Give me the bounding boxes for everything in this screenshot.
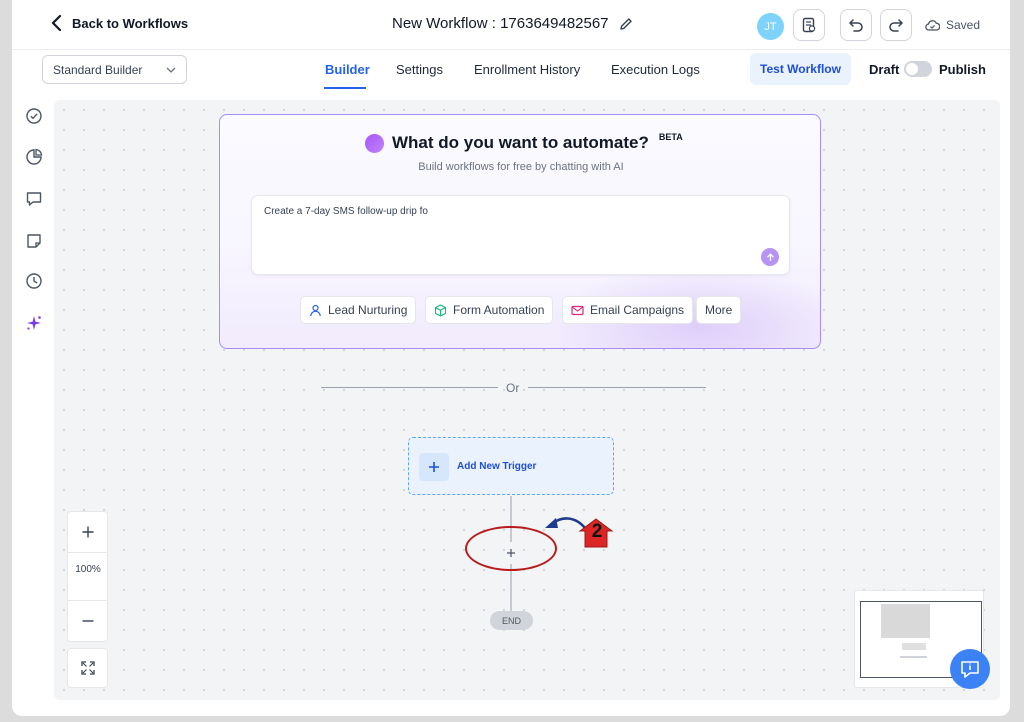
divider-or-text: Or [506,381,520,395]
minimap-ai-card [881,604,930,638]
ai-card-subtitle: Build workflows for free by chatting wit… [418,161,624,173]
connector-line-bottom [510,564,512,611]
builder-type-value: Standard Builder [53,62,143,77]
undo-icon [849,19,863,32]
chip-more[interactable]: More [696,296,742,324]
chip-lead-nurturing[interactable]: Lead Nurturing [300,296,417,324]
minimap-divider [900,656,927,658]
message-icon[interactable] [25,190,43,208]
expand-icon [80,661,95,675]
beta-badge: BETA [658,132,683,142]
send-prompt-button[interactable] [761,248,779,266]
workflow-notes-button[interactable] [793,9,825,41]
divider-line-left [321,387,498,388]
zoom-in-button[interactable] [68,512,108,552]
chat-info-icon [961,661,979,678]
ai-prompt-input[interactable]: Create a 7-day SMS follow-up drip fo [251,195,790,275]
chip-form-automation[interactable]: Form Automation [425,296,554,324]
back-label: Back to Workflows [72,15,189,31]
active-tab-indicator [324,87,366,89]
sparkle-icon[interactable] [25,314,43,332]
avatar-initials: JT [764,20,777,33]
plus-icon [82,526,94,538]
document-icon [802,17,816,33]
back-to-workflows-button[interactable]: Back to Workflows [50,15,188,31]
tab-builder[interactable]: Builder [325,62,370,77]
add-trigger-label: Add New Trigger [457,461,537,472]
minus-icon [82,620,94,622]
publish-toggle[interactable] [904,61,932,77]
user-icon [310,304,321,316]
tab-settings[interactable]: Settings [396,62,443,77]
arrow-up-icon [766,252,774,261]
plus-icon [429,462,439,472]
saved-status: Saved [925,18,980,32]
saved-label: Saved [946,18,981,32]
top-bar: Back to Workflows New Workflow : 1763649… [12,0,1010,50]
ai-logo-icon [365,133,384,153]
ai-builder-card: What do you want to automate? BETA Build… [219,114,821,349]
ai-card-title: What do you want to automate? [392,133,649,152]
redo-icon [889,19,903,32]
undo-button[interactable] [840,9,872,41]
cube-icon [434,303,447,317]
pie-chart-icon[interactable] [25,148,43,166]
workflow-title-text: New Workflow : 1763649482567 [392,15,609,32]
publish-label: Publish [939,62,986,77]
chip-label: Email Campaigns [590,303,685,317]
zoom-divider [68,552,108,553]
draft-label: Draft [869,62,900,77]
annotation-step-number: 2 [591,521,603,542]
builder-type-select[interactable]: Standard Builder [42,55,187,84]
test-workflow-button[interactable]: Test Workflow [750,53,851,85]
note-icon[interactable] [25,232,43,250]
avatar[interactable]: JT [757,13,784,40]
pencil-icon[interactable] [619,17,633,31]
tab-enrollment-history[interactable]: Enrollment History [474,62,580,77]
app-window: Back to Workflows New Workflow : 1763649… [12,0,1010,716]
help-chat-button[interactable] [950,649,990,689]
workflow-title: New Workflow : 1763649482567 [392,15,633,32]
cloud-check-icon [925,20,940,31]
zoom-level: 100% [75,564,101,575]
chip-label: Lead Nurturing [328,303,408,317]
end-node: END [490,611,533,630]
add-trigger-plus [419,453,449,481]
chip-label: More [705,303,733,317]
minimap-trigger [902,643,926,650]
ai-prompt-value: Create a 7-day SMS follow-up drip fo [264,206,428,217]
divider-line-right [528,387,706,388]
fit-to-screen-button[interactable] [67,648,108,688]
mail-icon [571,305,584,315]
builder-toolbar: Standard Builder Builder Settings Enroll… [12,50,1010,90]
chevron-left-icon [51,15,62,31]
clock-icon[interactable] [25,272,43,290]
tab-execution-logs[interactable]: Execution Logs [611,62,700,77]
zoom-controls: 100% [67,511,108,642]
ai-card-heading: What do you want to automate? BETA [365,132,683,153]
chip-email-campaigns[interactable]: Email Campaigns [562,296,694,324]
check-circle-icon[interactable] [25,107,43,125]
chip-label: Form Automation [453,303,545,317]
chevron-down-icon [166,67,176,73]
redo-button[interactable] [880,9,912,41]
add-new-trigger-node[interactable]: Add New Trigger [408,437,614,495]
zoom-out-button[interactable] [68,601,108,641]
